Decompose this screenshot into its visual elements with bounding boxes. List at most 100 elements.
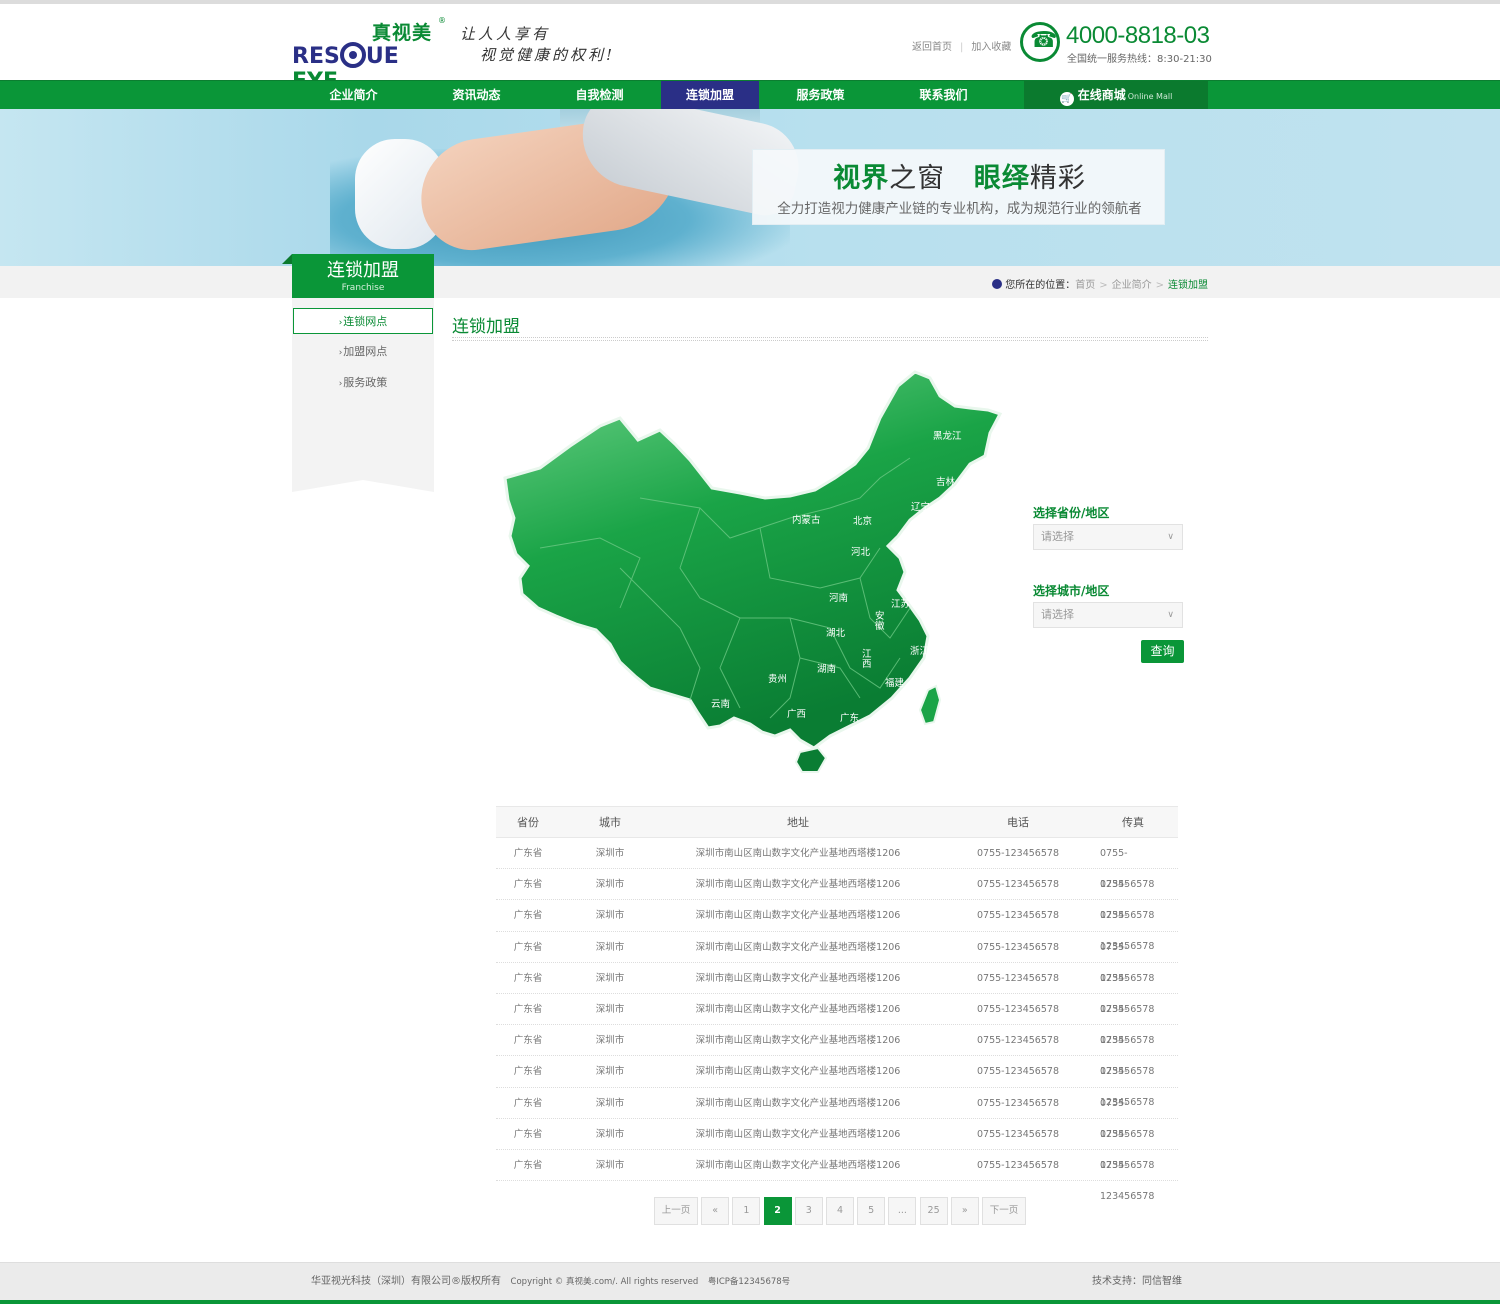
map-label-heilongjiang[interactable]: 黑龙江 <box>933 428 962 442</box>
link-home[interactable]: 返回首页 <box>912 42 952 53</box>
link-separator: | <box>960 42 964 53</box>
map-label-guangxi[interactable]: 广西 <box>787 706 806 720</box>
city-label: 选择城市/地区 <box>1033 584 1110 598</box>
breadcrumb-company[interactable]: 企业简介 <box>1112 280 1152 291</box>
map-label-yunnan[interactable]: 云南 <box>711 696 730 710</box>
col-fax: 传真 <box>1122 816 1144 829</box>
cell-province: 广东省 <box>513 1097 543 1109</box>
cell-city: 深圳市 <box>595 1066 625 1078</box>
china-map[interactable]: 黑龙江 吉林 辽宁 内蒙古 北京 河北 河南 江苏 安徽 湖北 浙江 江西 湖南… <box>500 368 1005 778</box>
col-province: 省份 <box>517 816 539 829</box>
cell-city: 深圳市 <box>595 1128 625 1140</box>
cell-fax: 0755-123456578 <box>1100 1128 1155 1171</box>
table-row: 广东省 深圳市 深圳市南山区南山数字文化产业基地西塔楼1206 0755-123456… <box>496 869 1178 922</box>
slogan-line-1: 让人人享有 <box>460 25 551 43</box>
pagination-page-2[interactable]: 2 <box>763 1197 792 1225</box>
nav-self-test[interactable]: 自我检测 <box>538 81 661 109</box>
table-row: 广东省 深圳市 深圳市南山区南山数字文化产业基地西塔楼1206 0755-123456… <box>496 1025 1178 1077</box>
map-label-beijing[interactable]: 北京 <box>853 513 872 527</box>
slogan-line-2: 视觉健康的权利! <box>480 46 616 64</box>
footer-tech-support: 技术支持：同信智维 <box>1092 1276 1182 1287</box>
pagination-page-5[interactable]: 5 <box>857 1197 886 1225</box>
table-row: 广东省 深圳市 深圳市南山区南山数字文化产业基地西塔楼1206 0755-123456… <box>496 900 1178 953</box>
cell-city: 深圳市 <box>595 1159 625 1171</box>
table-row: 广东省 深圳市 深圳市南山区南山数字文化产业基地西塔楼1206 0755-123456… <box>496 963 1178 1015</box>
map-label-macau[interactable]: 澳门 <box>842 730 861 744</box>
nav-contact[interactable]: 联系我们 <box>882 81 1005 109</box>
link-add-favorite[interactable]: 加入收藏 <box>971 42 1011 53</box>
cell-fax: 0755-123456578 <box>1100 1159 1155 1202</box>
pagination-next-button[interactable]: 下一页 <box>982 1197 1026 1225</box>
sidebar-item-franchise-stores[interactable]: ›加盟网点 <box>292 339 434 365</box>
nav-franchise[interactable]: 连锁加盟 <box>661 81 759 109</box>
site-logo[interactable]: 真视美 ® RESUE EYE <box>292 16 446 94</box>
cell-city: 深圳市 <box>595 972 625 984</box>
chevron-right-icon: › <box>338 348 343 358</box>
cell-phone: 0755-123456578 <box>976 910 1059 922</box>
hotline-hours: 全国统一服务热线：8:30-21:30 <box>1067 54 1212 65</box>
cell-address: 深圳市南山区南山数字文化产业基地西塔楼1206 <box>695 848 901 859</box>
map-label-jiangsu[interactable]: 江苏 <box>891 596 910 610</box>
pagination-page-1[interactable]: 1 <box>732 1197 761 1225</box>
nav-service-policy[interactable]: 服务政策 <box>759 81 882 109</box>
province-label: 选择省份/地区 <box>1033 506 1110 520</box>
breadcrumb-separator: > <box>1099 280 1108 291</box>
eye-icon <box>339 42 366 68</box>
pagination-last-button[interactable]: » <box>950 1197 979 1225</box>
cell-fax: 0755-123456578 <box>1100 1097 1155 1140</box>
pagination-first-button[interactable]: « <box>701 1197 730 1225</box>
cell-phone: 0755-123456578 <box>976 972 1059 984</box>
city-select[interactable]: 请选择 ∨ <box>1033 602 1183 628</box>
table-row: 广东省 深圳市 深圳市南山区南山数字文化产业基地西塔楼1206 0755-123456… <box>496 838 1178 890</box>
nav-online-mall[interactable]: 🛒 在线商城 Online Mall <box>1024 81 1208 109</box>
pagination-page-3[interactable]: 3 <box>794 1197 823 1225</box>
table-row: 广东省 深圳市 深圳市南山区南山数字文化产业基地西塔楼1206 0755-123456… <box>496 1150 1178 1202</box>
map-label-zhejiang[interactable]: 浙江 <box>910 643 929 657</box>
sidebar-item-chain-stores[interactable]: ›连锁网点 <box>293 308 433 334</box>
pagination-prev-button[interactable]: 上一页 <box>654 1197 698 1225</box>
nav-news[interactable]: 资讯动态 <box>415 81 538 109</box>
cell-fax: 0755-123456578 <box>1100 910 1155 953</box>
footer: 华亚视光科技（深圳）有限公司®版权所有 Copyright © 真视美.com/… <box>0 1262 1500 1300</box>
hero-banner: 视界之窗 眼绎精彩 全力打造视力健康产业链的专业机构，成为规范行业的领航者 <box>0 109 1500 266</box>
cell-phone: 0755-123456578 <box>976 1035 1059 1047</box>
sidebar-item-service-policy[interactable]: ›服务政策 <box>292 370 434 396</box>
map-label-anhui[interactable]: 安徽 <box>875 612 887 632</box>
query-button[interactable]: 查询 <box>1141 640 1184 663</box>
pagination: 上一页 «1 2 3 4 5... 25» 下一页 <box>0 1197 1500 1225</box>
map-label-neimenggu[interactable]: 内蒙古 <box>792 512 821 526</box>
cell-fax: 0755-123456578 <box>1100 941 1155 984</box>
map-label-hunan[interactable]: 湖南 <box>817 661 836 675</box>
map-label-henan[interactable]: 河南 <box>829 590 848 604</box>
nav-company-intro[interactable]: 企业简介 <box>292 81 415 109</box>
map-label-liaoning[interactable]: 辽宁 <box>911 499 930 513</box>
top-links: 返回首页 | 加入收藏 <box>908 38 1015 53</box>
map-label-hebei[interactable]: 河北 <box>851 544 870 558</box>
banner-title: 视界之窗 眼绎精彩 <box>833 163 1086 194</box>
col-phone: 电话 <box>1007 816 1029 829</box>
pagination-page-4[interactable]: 4 <box>826 1197 854 1225</box>
map-label-guizhou[interactable]: 贵州 <box>768 671 787 685</box>
cell-phone: 0755-123456578 <box>976 879 1059 891</box>
table-body: 广东省 深圳市 深圳市南山区南山数字文化产业基地西塔楼1206 0755-123456… <box>496 838 1178 1202</box>
map-label-hongkong[interactable]: 香港 <box>859 724 878 738</box>
breadcrumb-home[interactable]: 首页 <box>1075 280 1095 291</box>
breadcrumb-label: 您所在的位置： <box>1005 280 1076 291</box>
map-label-fujian[interactable]: 福建 <box>885 675 904 689</box>
pagination-ellipsis: ... <box>888 1197 917 1225</box>
city-select-value: 请选择 <box>1041 608 1074 621</box>
cell-phone: 0755-123456578 <box>976 848 1059 859</box>
map-label-jilin[interactable]: 吉林 <box>936 474 955 488</box>
pagination-page-25[interactable]: 25 <box>919 1197 948 1225</box>
header: 真视美 ® RESUE EYE 让人人享有 视觉健康的权利! 返回首页 | 加入收藏… <box>0 4 1500 94</box>
cell-phone: 0755-123456578 <box>976 941 1059 953</box>
province-select[interactable]: 请选择 ∨ <box>1033 524 1183 550</box>
table-row: 广东省 深圳市 深圳市南山区南山数字文化产业基地西塔楼1206 0755-123456… <box>496 1088 1178 1140</box>
map-label-jiangxi[interactable]: 江西 <box>862 650 874 670</box>
chevron-down-icon: ∨ <box>1167 610 1174 620</box>
map-label-hubei[interactable]: 湖北 <box>826 625 845 639</box>
map-label-guangdong[interactable]: 广东 <box>840 710 859 724</box>
cell-fax: 0755-123456578 <box>1100 879 1155 922</box>
location-icon <box>992 279 1003 289</box>
breadcrumb-current[interactable]: 连锁加盟 <box>1168 280 1208 291</box>
